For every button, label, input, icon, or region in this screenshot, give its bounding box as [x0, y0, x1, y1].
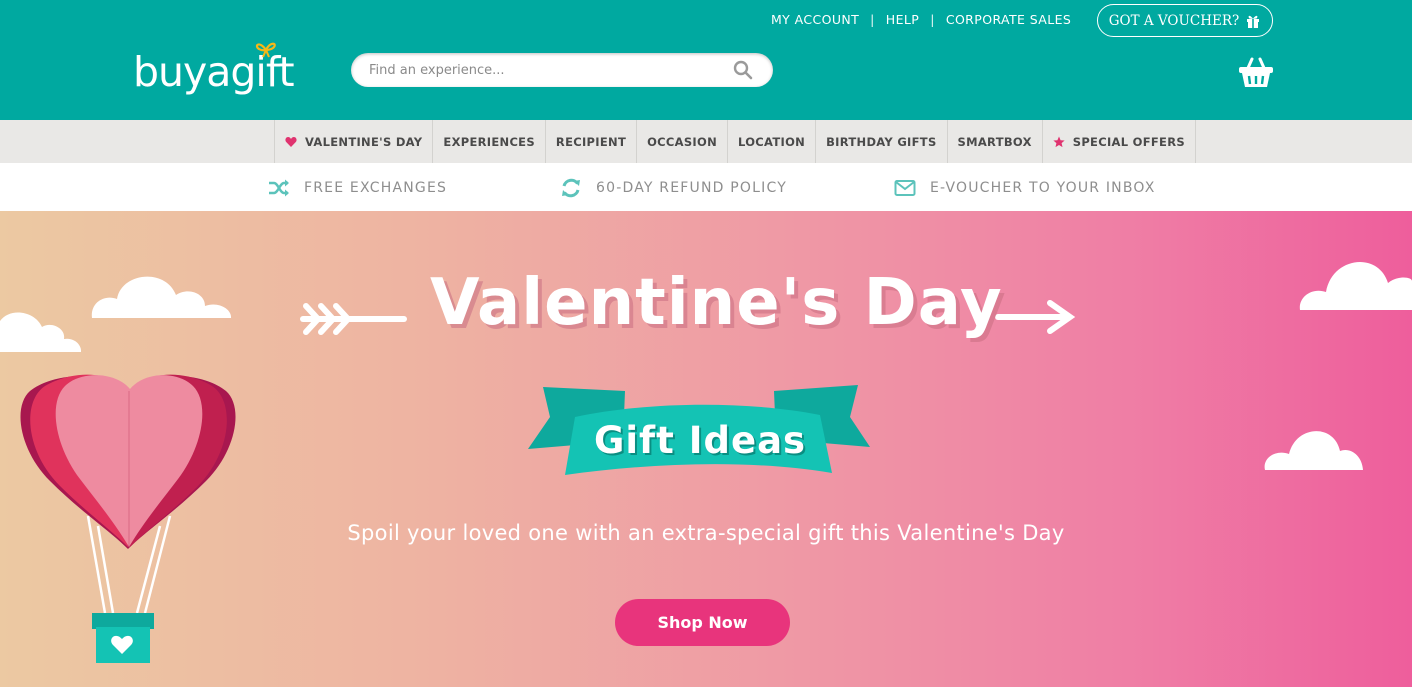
- help-link[interactable]: HELP: [886, 12, 919, 27]
- gift-icon: [1247, 15, 1260, 28]
- site-header: buyagift MY ACCOUNT | HELP | CORPORATE S…: [0, 0, 1412, 120]
- shuffle-icon: [269, 179, 289, 197]
- usp-label: E-VOUCHER TO YOUR INBOX: [930, 180, 1156, 196]
- link-separator: |: [870, 11, 875, 27]
- cloud-icon: [0, 312, 82, 352]
- nav-item-label: OCCASION: [647, 134, 718, 149]
- got-a-voucher-button[interactable]: GOT A VOUCHER?: [1097, 4, 1273, 37]
- usp-label: FREE EXCHANGES: [304, 180, 448, 196]
- search-icon[interactable]: [733, 60, 753, 80]
- top-links: MY ACCOUNT | HELP | CORPORATE SALES: [771, 11, 1071, 27]
- corporate-sales-link[interactable]: CORPORATE SALES: [946, 12, 1071, 27]
- main-nav: VALENTINE'S DAY EXPERIENCES RECIPIENT OC…: [0, 120, 1412, 163]
- nav-item-label: SPECIAL OFFERS: [1072, 134, 1185, 149]
- voucher-button-label: GOT A VOUCHER?: [1108, 12, 1240, 29]
- usp-label: 60-DAY REFUND POLICY: [596, 180, 787, 196]
- nav-list: VALENTINE'S DAY EXPERIENCES RECIPIENT OC…: [274, 120, 1196, 163]
- star-icon: [1053, 136, 1065, 147]
- search-input[interactable]: [369, 61, 709, 79]
- cloud-icon: [1264, 431, 1363, 470]
- logo-bow-icon: [255, 42, 276, 58]
- nav-item-smartbox[interactable]: SMARTBOX: [948, 120, 1043, 163]
- nav-item-label: VALENTINE'S DAY: [305, 134, 423, 149]
- envelope-icon: [894, 180, 916, 196]
- nav-item-label: BIRTHDAY GIFTS: [826, 134, 937, 149]
- usp-evoucher: E-VOUCHER TO YOUR INBOX: [894, 177, 1156, 199]
- buyagift-logo[interactable]: buyagift: [133, 38, 308, 100]
- nav-item-label: EXPERIENCES: [443, 134, 535, 149]
- hero-subtitle: Spoil your loved one with an extra-speci…: [347, 521, 1065, 545]
- nav-item-occasion[interactable]: OCCASION: [637, 120, 729, 163]
- nav-item-valentines-day[interactable]: VALENTINE'S DAY: [275, 120, 434, 163]
- heart-balloon-illustration: [20, 374, 236, 663]
- nav-item-label: RECIPIENT: [555, 134, 627, 149]
- nav-item-birthday-gifts[interactable]: BIRTHDAY GIFTS: [816, 120, 948, 163]
- nav-item-label: LOCATION: [738, 134, 806, 149]
- shop-now-button[interactable]: Shop Now: [615, 599, 790, 646]
- heart-icon: [285, 136, 297, 147]
- my-account-link[interactable]: MY ACCOUNT: [771, 12, 859, 27]
- nav-item-label: SMARTBOX: [957, 134, 1032, 149]
- nav-item-special-offers[interactable]: SPECIAL OFFERS: [1043, 120, 1196, 163]
- link-separator: |: [930, 11, 935, 27]
- hero-banner[interactable]: Valentine's Day Gift Ideas Spoil your lo…: [0, 211, 1412, 687]
- nav-item-experiences[interactable]: EXPERIENCES: [433, 120, 546, 163]
- nav-item-recipient[interactable]: RECIPIENT: [546, 120, 638, 163]
- hero-title: Valentine's Day: [430, 266, 1003, 340]
- usp-bar: FREE EXCHANGES 60-DAY REFUND POLICY E-VO…: [0, 163, 1412, 211]
- usp-refund-policy: 60-DAY REFUND POLICY: [560, 177, 787, 199]
- usp-free-exchanges: FREE EXCHANGES: [268, 177, 447, 199]
- search-bar: [351, 53, 773, 87]
- nav-item-location[interactable]: LOCATION: [728, 120, 817, 163]
- cloud-icon: [1299, 262, 1412, 310]
- refresh-icon: [562, 178, 580, 198]
- gift-ideas-ribbon-text: Gift Ideas: [594, 419, 807, 462]
- cloud-icon: [91, 276, 232, 318]
- arrow-right-decoration: [995, 300, 1076, 334]
- arrow-left-decoration: [300, 303, 407, 335]
- basket-icon[interactable]: [1237, 56, 1275, 90]
